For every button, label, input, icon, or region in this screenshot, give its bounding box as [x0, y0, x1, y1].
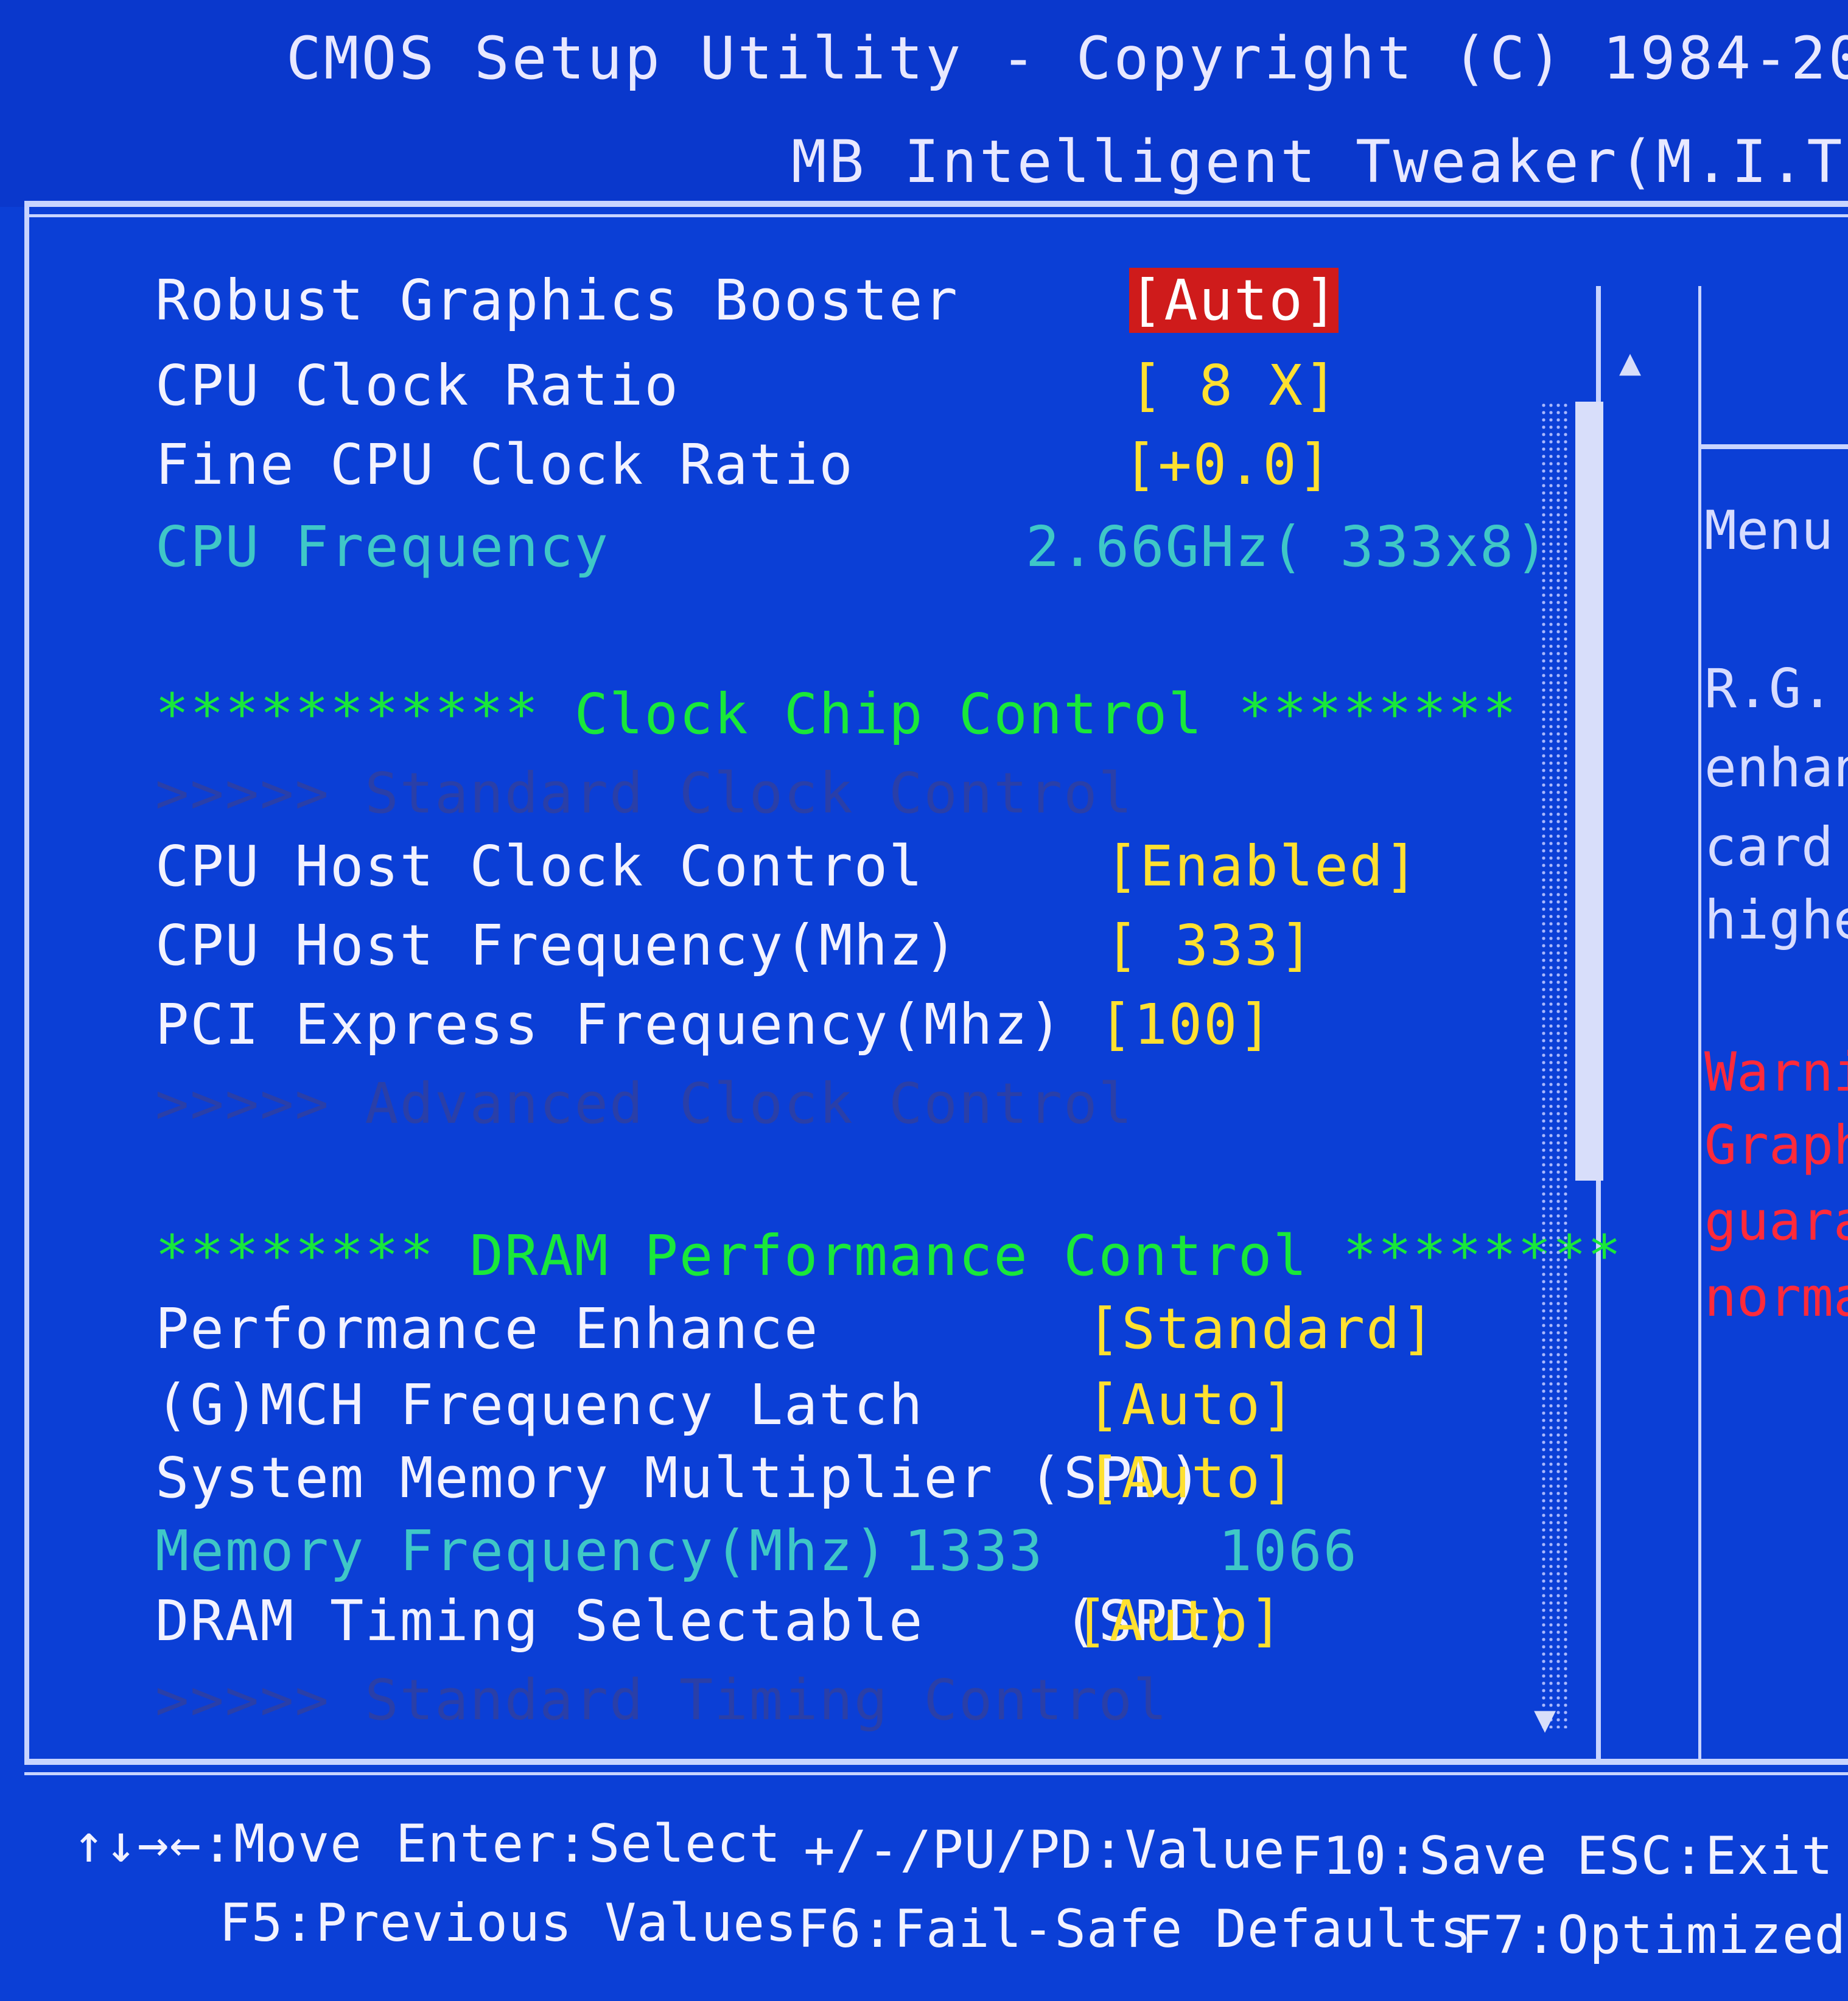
scroll-down-arrow-icon[interactable]: ▼	[1534, 1698, 1556, 1741]
setting-dram-timing-selectable[interactable]: DRAM Timing Selectable (SPD) [Auto]	[155, 1588, 1283, 1654]
help-line: R.G.	[1704, 657, 1833, 720]
setting-gmch-frequency-latch[interactable]: (G)MCH Frequency Latch [Auto]	[155, 1372, 1295, 1437]
header-subtitle: MB Intelligent Tweaker(M.I.T.)	[791, 128, 1848, 196]
section-dram-performance-control: ******** DRAM Performance Control ******…	[155, 1223, 1623, 1288]
setting-pci-express-frequency[interactable]: PCI Express Frequency(Mhz) [100]	[155, 992, 1272, 1057]
setting-label: Performance Enhance	[155, 1296, 819, 1361]
help-warning-line: normal	[1704, 1266, 1848, 1329]
setting-value-text: [Auto]	[1129, 268, 1339, 333]
setting-cpu-clock-ratio[interactable]: CPU Clock Ratio [ 8 X]	[155, 353, 1337, 418]
help-warning-line: Graph	[1704, 1114, 1848, 1176]
info-value: 2.66GHz( 333x8)	[1026, 514, 1550, 579]
frame-border-bottom	[24, 1759, 1848, 1765]
setting-value[interactable]: [Enabled]	[1105, 834, 1419, 899]
frame-border-bottom-inner	[24, 1772, 1848, 1775]
section-clock-chip-control: *********** Clock Chip Control ********	[155, 682, 1518, 747]
setting-value[interactable]: [+0.0]	[1123, 432, 1332, 497]
scrollbar-thumb[interactable]	[1575, 402, 1603, 1181]
footer-key-previous-values: F5:Previous Values	[219, 1893, 797, 1954]
setting-robust-graphics-booster[interactable]: Robust Graphics Booster [Auto]	[155, 268, 1339, 333]
submenu-standard-timing-control: >>>>> Standard Timing Control	[155, 1668, 1169, 1733]
submenu-advanced-clock-control: >>>>> Advanced Clock Control	[155, 1071, 1133, 1136]
setting-label: Robust Graphics Booster	[155, 268, 959, 333]
footer-key-value: +/-/PU/PD:Value	[803, 1820, 1286, 1881]
info-cpu-frequency: CPU Frequency 2.66GHz( 333x8)	[155, 514, 1549, 579]
setting-performance-enhance[interactable]: Performance Enhance [Standard]	[155, 1296, 1435, 1361]
scroll-up-arrow-icon[interactable]: ▲	[1619, 341, 1641, 383]
setting-label: PCI Express Frequency(Mhz)	[155, 992, 1064, 1057]
setting-value[interactable]: [ 333]	[1105, 913, 1314, 978]
setting-label: Fine CPU Clock Ratio	[155, 432, 854, 497]
frame-border-top	[24, 201, 1848, 207]
header-bar: CMOS Setup Utility - Copyright (C) 1984-…	[0, 0, 1848, 207]
help-line: enhan	[1704, 736, 1848, 799]
footer-key-move: ↑↓→←:Move	[73, 1814, 362, 1874]
setting-value[interactable]: [Auto]	[1074, 1588, 1284, 1654]
footer-key-exit: ESC:Exit	[1577, 1826, 1834, 1887]
footer-key-save: F10:Save	[1290, 1826, 1548, 1887]
setting-cpu-host-frequency[interactable]: CPU Host Frequency(Mhz) [ 333]	[155, 913, 1313, 978]
setting-cpu-host-clock-control[interactable]: CPU Host Clock Control [Enabled]	[155, 834, 1418, 899]
header-title: CMOS Setup Utility - Copyright (C) 1984-…	[286, 24, 1848, 93]
setting-system-memory-multiplier[interactable]: System Memory Multiplier (SPD) [Auto]	[155, 1445, 1295, 1510]
frame-border-top-inner	[24, 214, 1848, 217]
info-value: 1333 1066	[904, 1518, 1359, 1584]
frame-border-left	[24, 207, 29, 1765]
help-line: card	[1704, 815, 1833, 878]
setting-label: CPU Host Clock Control	[155, 834, 924, 899]
help-warning-line: guaran	[1704, 1190, 1848, 1252]
setting-value[interactable]: [Standard]	[1087, 1296, 1436, 1361]
setting-value[interactable]: [Auto]	[1087, 1372, 1296, 1437]
help-menu-label: Menu	[1704, 499, 1833, 562]
setting-value[interactable]: [Auto]	[1087, 1445, 1296, 1510]
footer-key-optimized-defaults: F7:Optimized D	[1461, 1905, 1848, 1966]
bios-screen: CMOS Setup Utility - Copyright (C) 1984-…	[0, 0, 1848, 2001]
setting-value[interactable]: [ 8 X]	[1129, 353, 1339, 418]
setting-value[interactable]: [Auto]	[1129, 268, 1339, 333]
footer-key-fail-safe-defaults: F6:Fail-Safe Defaults	[797, 1899, 1472, 1960]
setting-label: (G)MCH Frequency Latch	[155, 1372, 924, 1437]
setting-label: System Memory Multiplier (SPD)	[155, 1445, 1203, 1510]
setting-fine-cpu-clock-ratio[interactable]: Fine CPU Clock Ratio [+0.0]	[155, 432, 1331, 497]
setting-label: CPU Host Frequency(Mhz)	[155, 913, 959, 978]
submenu-standard-clock-control: >>>>> Standard Clock Control	[155, 761, 1133, 826]
help-warning-line: Warni	[1704, 1041, 1848, 1103]
info-label: CPU Frequency	[155, 514, 610, 579]
scrollbar-track[interactable]	[1540, 402, 1568, 1728]
setting-value[interactable]: [100]	[1099, 992, 1273, 1057]
help-line: highe	[1704, 889, 1848, 951]
setting-label: CPU Clock Ratio	[155, 353, 679, 418]
info-memory-frequency: Memory Frequency(Mhz) 1333 1066	[155, 1518, 1357, 1584]
info-label: Memory Frequency(Mhz)	[155, 1518, 889, 1584]
footer-key-select: Enter:Select	[396, 1814, 782, 1874]
help-separator	[1701, 444, 1848, 449]
frame-divider-inner	[1698, 286, 1701, 1759]
